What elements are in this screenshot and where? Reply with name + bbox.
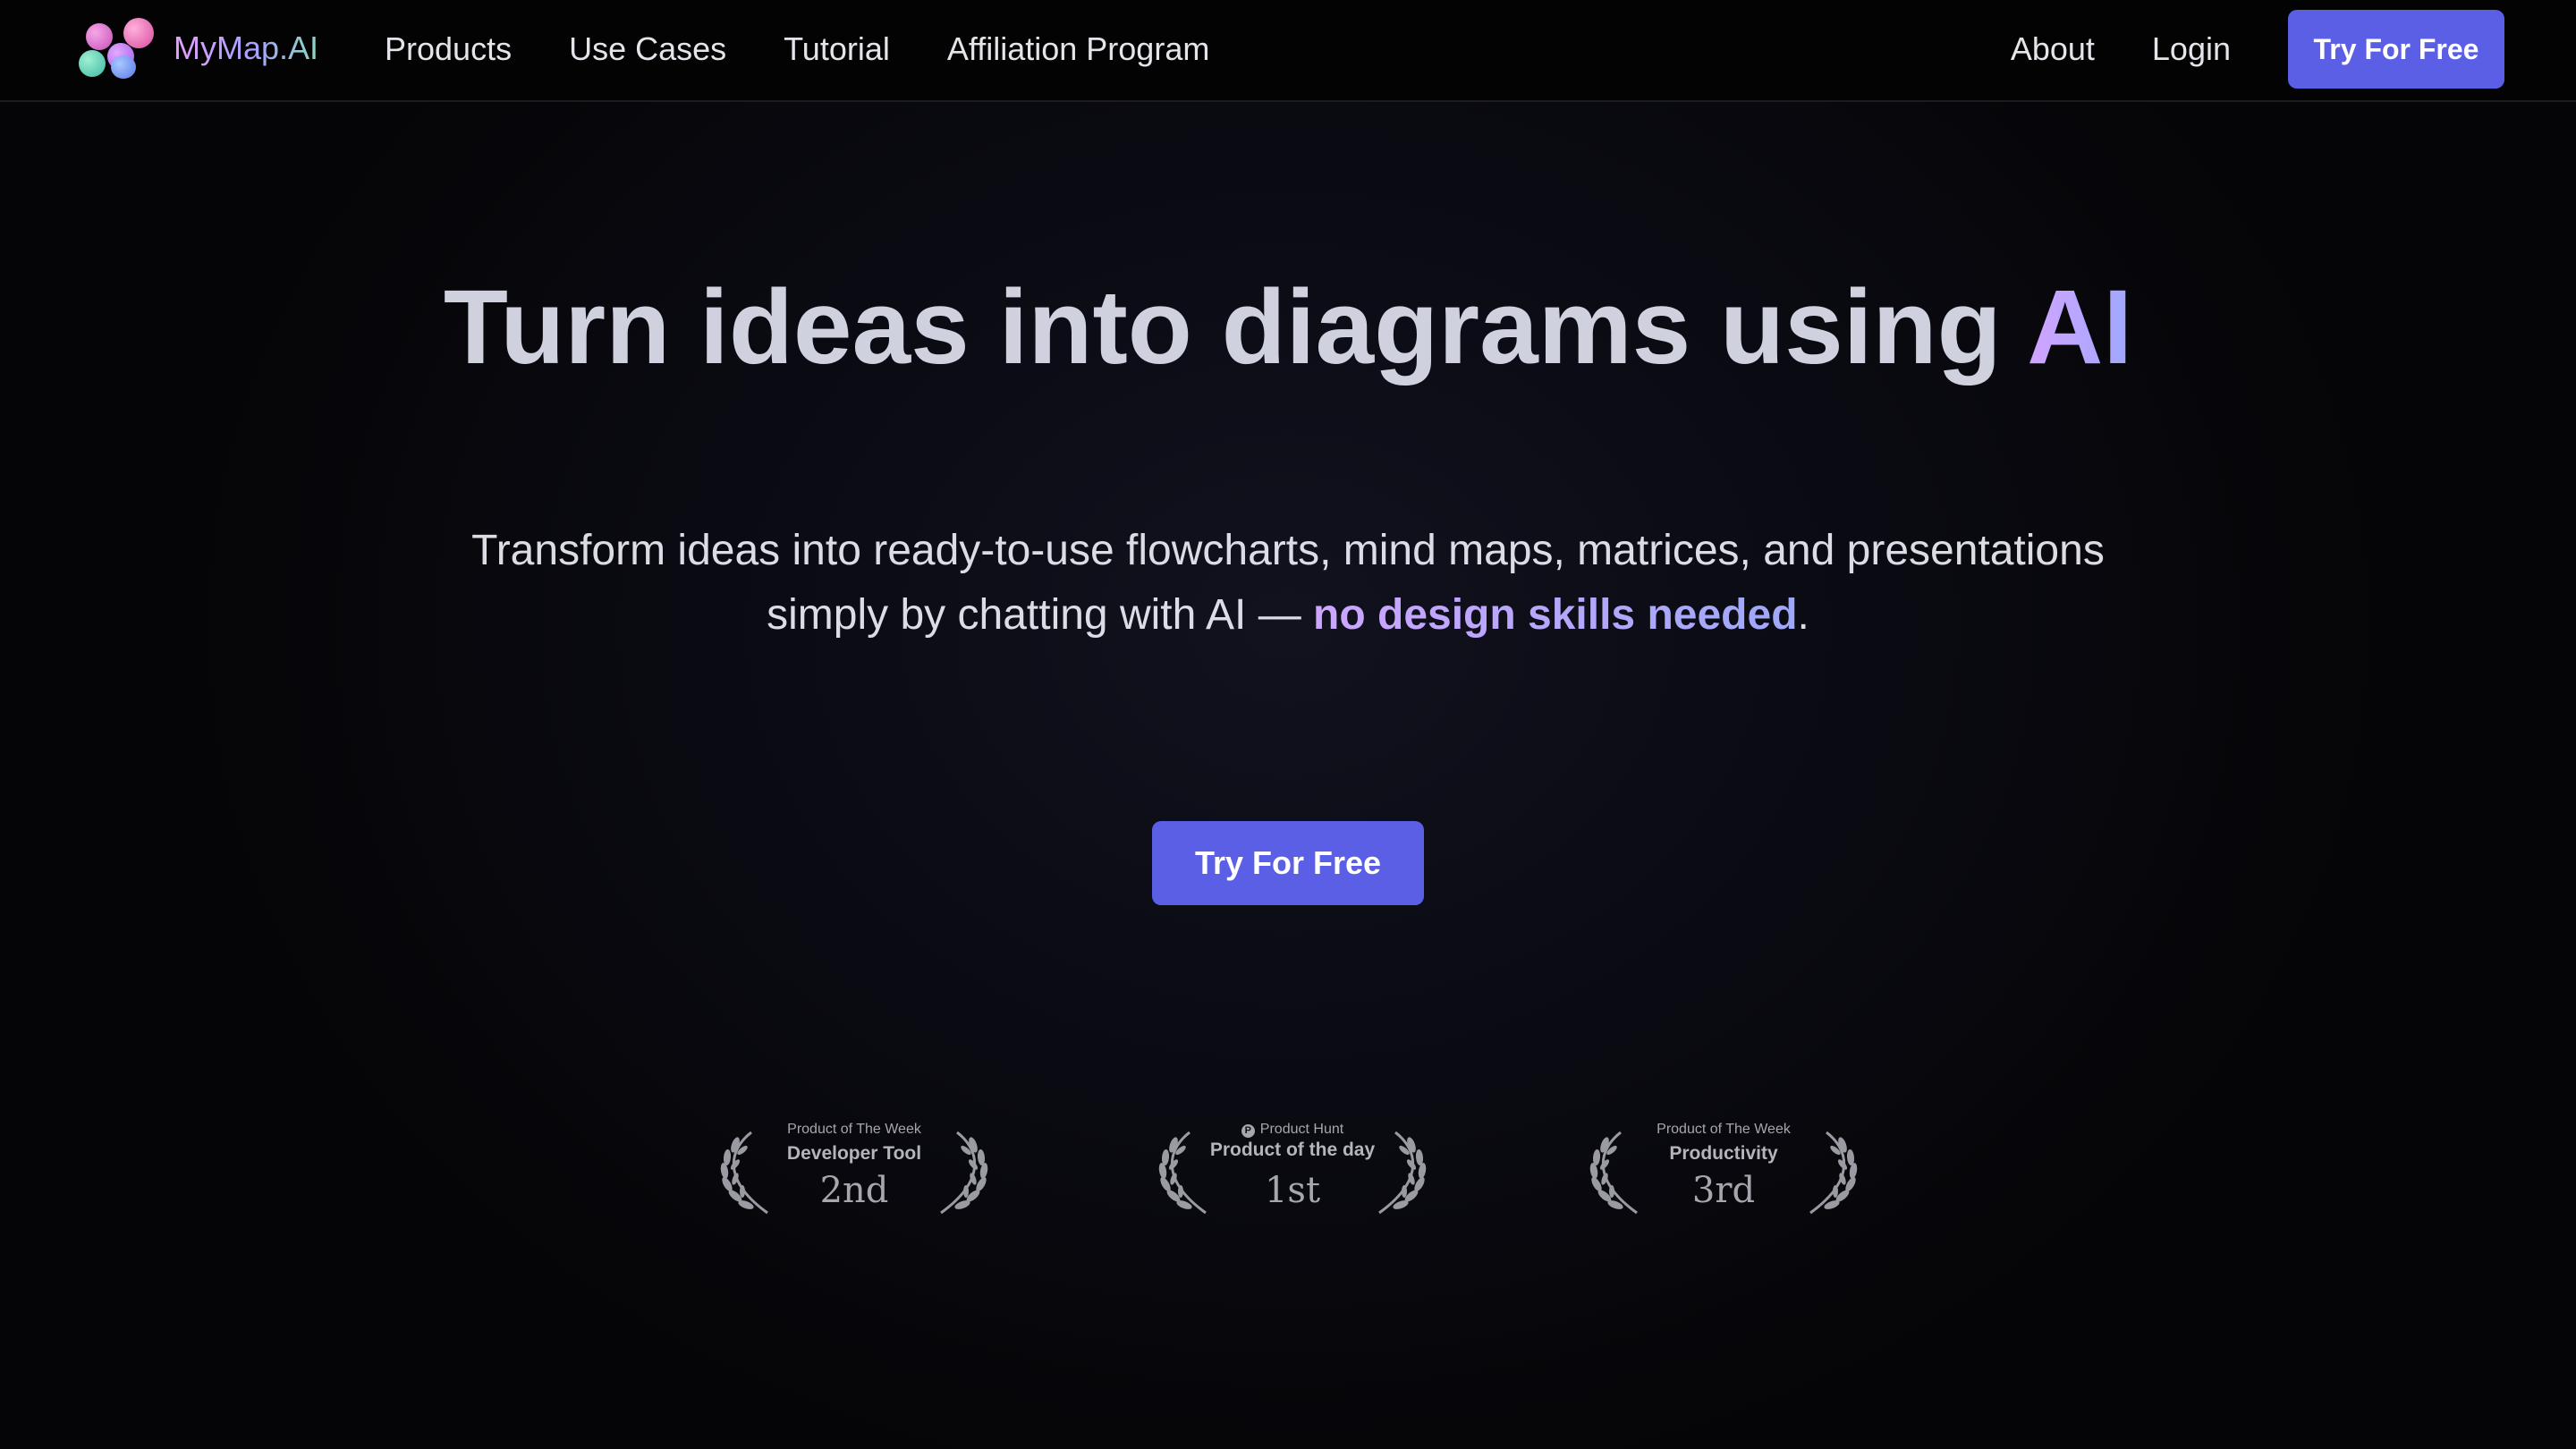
hero-subtitle-line1: Transform ideas into ready-to-use flowch… (471, 527, 2105, 574)
nav-try-for-free-button[interactable]: Try For Free (2288, 10, 2504, 89)
hero-try-for-free-button[interactable]: Try For Free (1152, 821, 1424, 905)
nav-link-login[interactable]: Login (2152, 30, 2231, 68)
hero-subtitle: Transform ideas into ready-to-use flowch… (394, 519, 2182, 648)
nav-right-group: About Login Try For Free (2011, 0, 2504, 98)
brand-logo-link[interactable]: MyMap.AI (79, 18, 318, 79)
award-badge-product-of-the-day[interactable]: P Product Hunt Product of the day 1st (1154, 1116, 1431, 1215)
landing-page: MyMap.AI Products Use Cases Tutorial Aff… (0, 0, 2576, 1449)
mymap-logo-icon (79, 18, 157, 79)
hero-subtitle-accent: no design skills needed (1313, 591, 1798, 639)
primary-nav: Products Use Cases Tutorial Affiliation … (385, 0, 1267, 98)
nav-link-about[interactable]: About (2011, 30, 2095, 68)
nav-link-products[interactable]: Products (385, 30, 512, 68)
top-navbar: MyMap.AI Products Use Cases Tutorial Aff… (0, 0, 2576, 102)
hero-title-accent: AI (2027, 268, 2133, 386)
hero-subtitle-line2: simply by chatting with AI — (767, 591, 1314, 639)
laurel-wreath-icon (940, 1131, 988, 1215)
hero-title: Turn ideas into diagrams using AI (0, 267, 2576, 388)
nav-link-affiliation-program[interactable]: Affiliation Program (947, 30, 1209, 68)
brand-name: MyMap.AI (174, 30, 319, 66)
award-badge-developer-tool[interactable]: Product of The Week Developer Tool 2nd (716, 1116, 993, 1215)
product-hunt-icon: P (1241, 1124, 1255, 1138)
award-badge-productivity[interactable]: Product of The Week Productivity 3rd (1585, 1116, 1862, 1215)
hero-title-main: Turn ideas into diagrams using (443, 268, 2028, 386)
laurel-wreath-icon (1809, 1131, 1858, 1215)
laurel-wreath-icon (1378, 1131, 1427, 1215)
nav-link-tutorial[interactable]: Tutorial (784, 30, 890, 68)
hero-subtitle-end: . (1797, 591, 1809, 639)
nav-link-use-cases[interactable]: Use Cases (569, 30, 726, 68)
